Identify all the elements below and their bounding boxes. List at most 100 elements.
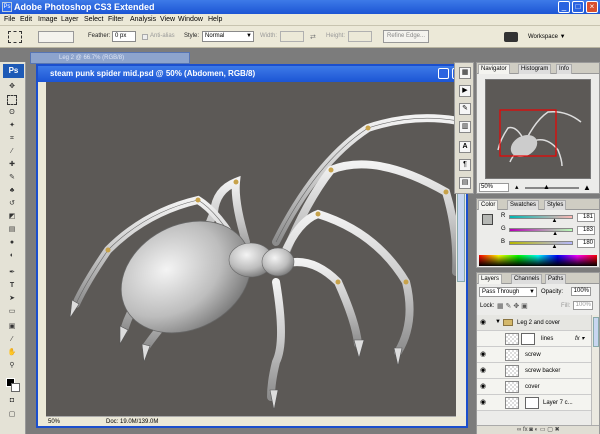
zoom-tool-icon[interactable]: ⚲ bbox=[7, 361, 17, 371]
eye-icon[interactable]: ◉ bbox=[480, 351, 486, 359]
layers-scrollbar[interactable] bbox=[591, 315, 599, 425]
menu-layer[interactable]: Layer bbox=[61, 15, 79, 25]
move-tool-icon[interactable]: ✥ bbox=[7, 82, 17, 92]
width-input[interactable] bbox=[280, 31, 304, 42]
color-foreground-swatch[interactable] bbox=[482, 214, 493, 225]
channel-b-thumb[interactable]: ▲ bbox=[551, 244, 557, 250]
delete-layer-icon[interactable]: ✖ bbox=[555, 427, 560, 433]
navigator-thumbnail[interactable] bbox=[485, 79, 591, 179]
tab-styles[interactable]: Styles bbox=[544, 200, 567, 210]
tab-color[interactable]: Color bbox=[478, 200, 499, 210]
pen-tool-icon[interactable]: ✒ bbox=[7, 268, 17, 278]
layer-row[interactable]: ◉ screw bbox=[477, 347, 591, 363]
eye-icon[interactable]: ◉ bbox=[480, 367, 486, 375]
document-canvas[interactable] bbox=[46, 82, 456, 416]
channel-r-value[interactable]: 181 bbox=[577, 213, 595, 222]
menu-window[interactable]: Window bbox=[178, 15, 203, 25]
shape-tool-icon[interactable]: ▭ bbox=[7, 307, 17, 317]
paragraph-icon[interactable]: ¶ bbox=[459, 159, 471, 171]
brush-tool-icon[interactable]: ✎ bbox=[7, 173, 17, 183]
hand-tool-icon[interactable]: ✋ bbox=[7, 348, 17, 358]
menu-analysis[interactable]: Analysis bbox=[130, 15, 156, 25]
add-style-icon[interactable]: fx bbox=[523, 427, 528, 433]
brushes-icon[interactable]: ▤ bbox=[459, 177, 471, 189]
menu-view[interactable]: View bbox=[160, 15, 175, 25]
tab-channels[interactable]: Channels bbox=[511, 274, 543, 284]
menu-edit[interactable]: Edit bbox=[20, 15, 32, 25]
channel-g-thumb[interactable]: ▲ bbox=[552, 231, 558, 237]
antialias-checkbox[interactable] bbox=[142, 34, 148, 40]
eye-icon[interactable]: ◉ bbox=[480, 383, 486, 391]
marquee-tool-preset-icon[interactable] bbox=[8, 31, 22, 43]
minimize-button[interactable]: _ bbox=[558, 1, 570, 13]
menu-file[interactable]: File bbox=[4, 15, 15, 25]
navigator-zoom-thumb[interactable]: ▲ bbox=[543, 184, 550, 191]
new-layer-icon[interactable]: ▢ bbox=[547, 427, 553, 433]
background-document-title[interactable]: Leg 2 @ 66.7% (RGB/8) bbox=[30, 52, 190, 64]
clone-stamp-icon[interactable]: ♣ bbox=[7, 186, 17, 196]
zoom-in-icon[interactable]: ▲ bbox=[583, 183, 591, 192]
eraser-tool-icon[interactable]: ◩ bbox=[7, 212, 17, 222]
doc-size-info[interactable]: Doc: 19.0M/139.0M bbox=[106, 418, 158, 427]
channel-r-slider[interactable] bbox=[509, 215, 573, 219]
opacity-input[interactable]: 100% bbox=[571, 287, 591, 296]
layer-row[interactable]: lines fx ▾ bbox=[477, 331, 591, 347]
layer-comps-icon[interactable]: ▥ bbox=[459, 121, 471, 133]
background-color-swatch[interactable] bbox=[11, 383, 20, 392]
color-spectrum-ramp[interactable] bbox=[479, 255, 597, 266]
channel-b-slider[interactable] bbox=[509, 241, 573, 245]
layer-group-row[interactable]: ◉ ▼ Leg 2 and cover bbox=[477, 315, 591, 331]
marquee-tool-icon[interactable] bbox=[7, 95, 17, 105]
new-group-icon[interactable]: ▭ bbox=[540, 427, 546, 433]
channel-g-slider[interactable] bbox=[509, 228, 573, 232]
channel-g-value[interactable]: 183 bbox=[577, 226, 595, 235]
lasso-tool-icon[interactable]: ʘ bbox=[7, 108, 17, 118]
healing-brush-icon[interactable]: ✚ bbox=[7, 160, 17, 170]
selection-mode-buttons[interactable] bbox=[38, 31, 74, 43]
document-title-bar[interactable]: steam punk spider mid.psd @ 50% (Abdomen… bbox=[38, 66, 466, 82]
tab-info[interactable]: Info bbox=[556, 64, 573, 74]
screen-mode-icon[interactable]: ▢ bbox=[7, 410, 17, 420]
navigator-zoom-slider[interactable] bbox=[525, 187, 579, 189]
eyedropper-icon[interactable]: ⁄ bbox=[7, 335, 17, 345]
layer-row[interactable]: ◉ Layer 7 c... bbox=[477, 395, 591, 411]
layers-bottom-toolbar[interactable]: ∞ fx ◙ ◐ ▭ ▢ ✖ bbox=[477, 425, 599, 434]
slice-tool-icon[interactable]: ⁄ bbox=[7, 147, 17, 157]
swap-dimensions-icon[interactable]: ⇄ bbox=[310, 33, 316, 41]
tab-layers[interactable]: Layers bbox=[478, 274, 503, 284]
refine-edge-button[interactable]: Refine Edge... bbox=[383, 30, 430, 43]
tab-paths[interactable]: Paths bbox=[545, 274, 567, 284]
zoom-out-icon[interactable]: ▴ bbox=[515, 183, 519, 191]
channel-b-value[interactable]: 180 bbox=[577, 239, 595, 248]
channel-r-thumb[interactable]: ▲ bbox=[551, 218, 557, 224]
path-selection-icon[interactable]: ➤ bbox=[7, 294, 17, 304]
feather-input[interactable]: 0 px bbox=[112, 31, 136, 42]
maximize-button[interactable]: □ bbox=[572, 1, 584, 13]
lock-icons[interactable]: ▦ ✎ ✥ ▣ bbox=[497, 302, 528, 310]
history-brush-icon[interactable]: ↺ bbox=[7, 199, 17, 209]
bridge-icon[interactable] bbox=[504, 32, 518, 42]
blur-tool-icon[interactable]: ● bbox=[7, 238, 17, 248]
blend-mode-select[interactable]: Pass Through ▼ bbox=[479, 287, 537, 297]
new-adjustment-icon[interactable]: ◐ bbox=[535, 427, 539, 433]
expand-arrow-icon[interactable]: ▼ bbox=[495, 319, 501, 325]
quick-mask-icon[interactable]: ◘ bbox=[7, 396, 17, 406]
layer-effects-icon[interactable]: fx ▾ bbox=[575, 335, 584, 342]
tab-histogram[interactable]: Histogram bbox=[518, 64, 552, 74]
actions-icon[interactable]: ▶ bbox=[459, 85, 471, 97]
add-mask-icon[interactable]: ◙ bbox=[529, 427, 533, 433]
layer-row[interactable]: ◉ cover bbox=[477, 379, 591, 395]
crop-tool-icon[interactable]: ⌗ bbox=[7, 134, 17, 144]
history-icon[interactable]: ▦ bbox=[459, 67, 471, 79]
menu-image[interactable]: Image bbox=[38, 15, 57, 25]
tab-navigator[interactable]: Navigator bbox=[478, 64, 510, 74]
gradient-tool-icon[interactable]: ▤ bbox=[7, 225, 17, 235]
doc-minimize-button[interactable] bbox=[438, 68, 449, 79]
workspace-button[interactable]: Workspace ▼ bbox=[528, 31, 566, 43]
tool-presets-icon[interactable]: ✎ bbox=[459, 103, 471, 115]
type-tool-icon[interactable]: T bbox=[7, 281, 17, 291]
height-input[interactable] bbox=[348, 31, 372, 42]
layer-row[interactable]: ◉ screw backer bbox=[477, 363, 591, 379]
menu-filter[interactable]: Filter bbox=[108, 15, 124, 25]
notes-tool-icon[interactable]: ▣ bbox=[7, 322, 17, 332]
